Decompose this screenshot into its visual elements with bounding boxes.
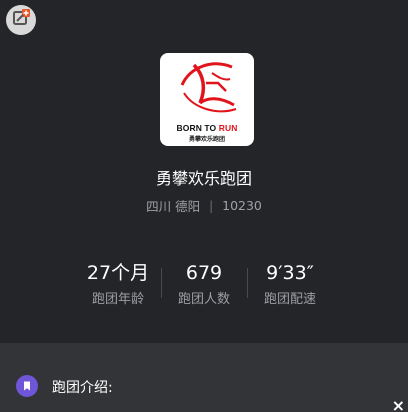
edit-button[interactable] (6, 5, 36, 35)
logo-subtext: 勇攀欢乐跑团 (188, 136, 225, 143)
stat-value: 679 (185, 262, 223, 284)
club-logo: BORN TO RUN 勇攀欢乐跑团 (160, 53, 254, 146)
stat-age: 27个月 跑团年龄 (75, 262, 161, 307)
bookmark-icon (16, 375, 38, 397)
logo-wordmark: BORN TO RUN (176, 123, 238, 133)
club-location: 四川 德阳 (146, 199, 201, 214)
stat-members: 679 跑团人数 (161, 262, 247, 307)
edit-icon (11, 8, 31, 32)
club-name: 勇攀欢乐跑团 (155, 169, 252, 188)
runner-logo-graphic (180, 62, 237, 113)
stat-label: 跑团配速 (263, 292, 316, 307)
club-meta: 四川 德阳 | 10230 (0, 196, 408, 215)
stat-value: 27个月 (86, 262, 150, 284)
stat-pace: 9′33″ 跑团配速 (247, 262, 333, 307)
stat-value: 9′33″ (266, 262, 314, 284)
intro-label: 跑团介绍: (52, 380, 113, 396)
club-id: 10230 (222, 198, 262, 213)
intro-panel: 跑团介绍: × (0, 343, 408, 412)
stat-label: 跑团年龄 (91, 292, 144, 307)
close-icon[interactable]: × (392, 396, 405, 412)
meta-separator: | (209, 198, 214, 213)
club-stats: 27个月 跑团年龄 679 跑团人数 9′33″ 跑团配速 (0, 262, 408, 307)
stat-label: 跑团人数 (177, 292, 230, 307)
